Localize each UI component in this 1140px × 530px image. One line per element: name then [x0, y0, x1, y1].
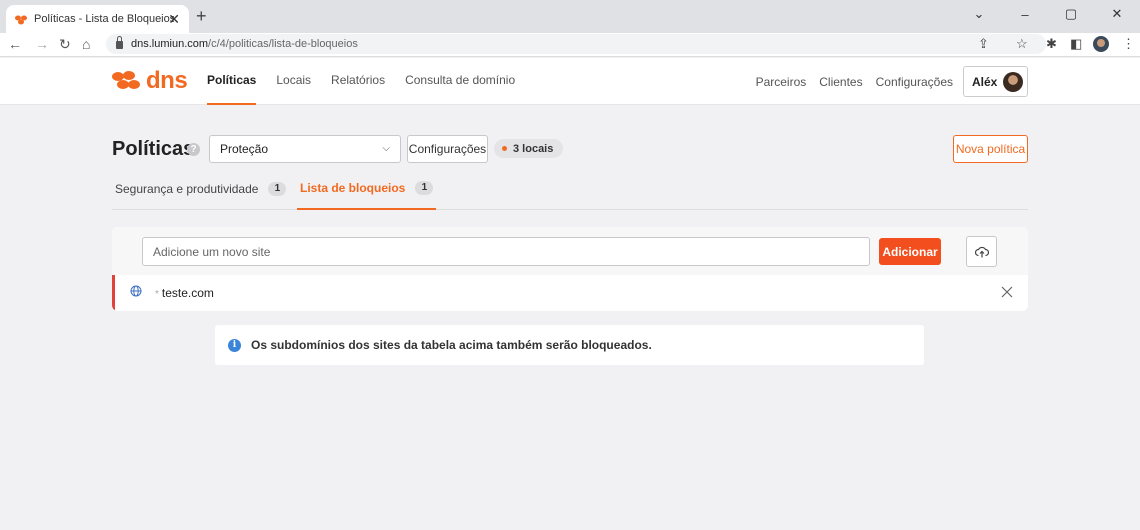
url-text: dns.lumiun.com/c/4/politicas/lista-de-bl… [131, 38, 358, 50]
locais-badge[interactable]: 3 locais [494, 139, 564, 158]
blocklist-panel: Adicionar *teste.com [112, 227, 1028, 311]
site-favicon-icon [14, 14, 28, 25]
list-item[interactable]: * teste.com [112, 275, 1028, 311]
add-site-button[interactable]: Adicionar [879, 238, 941, 265]
add-site-bar: Adicionar [112, 227, 1028, 275]
profile-icon[interactable] [1093, 36, 1109, 56]
dns-logo[interactable]: dns [112, 67, 188, 94]
app-header: dns Políticas Locais Relatórios Consulta… [0, 58, 1140, 105]
new-site-input[interactable] [142, 237, 870, 266]
policy-select-value: Proteção [220, 142, 269, 156]
nav-relatorios[interactable]: Relatórios [331, 58, 385, 105]
close-tab-icon[interactable]: ✕ [168, 11, 180, 27]
status-dot-icon [502, 146, 507, 151]
tab-count-badge: 1 [268, 182, 287, 196]
info-icon: i [228, 338, 241, 352]
reload-icon[interactable]: ↻ [59, 36, 71, 52]
tab-search-icon[interactable]: ⌄ [956, 0, 1002, 28]
browser-toolbar: ← → ↻ ⌂ dns.lumiun.com/c/4/politicas/lis… [0, 33, 1140, 57]
nav-configuracoes[interactable]: Configurações [876, 75, 953, 89]
browser-tab-bar: Políticas - Lista de Bloqueios - Lu ✕ + … [0, 0, 1140, 33]
nova-politica-button[interactable]: Nova política [953, 135, 1028, 163]
locais-badge-label: 3 locais [513, 142, 554, 155]
close-icon[interactable] [1000, 285, 1014, 299]
tab-label: Segurança e produtividade [115, 182, 259, 196]
tab-seguranca-produtividade[interactable]: Segurança e produtividade 1 [115, 172, 287, 210]
nav-consulta-dominio[interactable]: Consulta de domínio [405, 58, 515, 105]
home-icon[interactable]: ⌂ [82, 36, 90, 52]
logo-mark-icon [112, 71, 142, 91]
help-icon[interactable]: ? [187, 143, 200, 156]
nav-clientes[interactable]: Clientes [819, 75, 862, 89]
browser-menu-icon[interactable]: ⋮ [1122, 36, 1135, 52]
blocked-site-name: * teste.com [155, 286, 214, 300]
lock-icon [116, 36, 123, 49]
tab-count-badge: 1 [415, 181, 434, 195]
info-text: Os subdomínios dos sites da tabela acima… [251, 338, 652, 352]
policy-toolbar: Políticas ? Proteção ⌵ Configurações 3 l… [112, 135, 1028, 163]
extensions-icon[interactable]: ✱ [1046, 36, 1057, 52]
nav-locais[interactable]: Locais [276, 58, 311, 105]
close-window-icon[interactable]: ✕ [1094, 0, 1140, 28]
minimize-icon[interactable]: – [1002, 0, 1048, 28]
info-message: i Os subdomínios dos sites da tabela aci… [215, 325, 924, 365]
avatar [1003, 71, 1024, 92]
back-icon[interactable]: ← [8, 36, 22, 52]
secondary-nav: Parceiros Clientes Configurações [743, 58, 953, 105]
tab-label: Lista de bloqueios [300, 181, 406, 195]
policy-tabs: Segurança e produtividade 1 Lista de blo… [112, 172, 1028, 210]
tab-lista-bloqueios[interactable]: Lista de bloqueios 1 [297, 172, 437, 210]
page-title: Políticas [112, 138, 195, 160]
tab-title: Políticas - Lista de Bloqueios - Lu [34, 13, 174, 25]
address-bar[interactable]: dns.lumiun.com/c/4/politicas/lista-de-bl… [106, 34, 1046, 54]
configuracoes-button[interactable]: Configurações [407, 135, 488, 163]
user-name: Aléx [972, 74, 998, 89]
new-tab-icon[interactable]: + [196, 7, 207, 25]
user-menu-button[interactable]: Aléx [963, 66, 1028, 97]
logo-text: dns [146, 67, 188, 94]
browser-tab[interactable]: Políticas - Lista de Bloqueios - Lu ✕ [6, 5, 189, 33]
policy-select[interactable]: Proteção ⌵ [209, 135, 401, 163]
bookmark-star-icon[interactable]: ☆ [1016, 36, 1028, 52]
chevron-down-icon: ⌵ [382, 143, 390, 154]
main-nav: Políticas Locais Relatórios Consulta de … [207, 58, 535, 105]
globe-icon [130, 285, 142, 297]
side-panel-icon[interactable]: ◧ [1070, 36, 1082, 52]
nav-parceiros[interactable]: Parceiros [756, 75, 807, 89]
maximize-icon[interactable]: ▢ [1048, 0, 1094, 28]
share-icon[interactable]: ⇪ [978, 36, 989, 52]
upload-icon[interactable] [966, 236, 997, 267]
nav-politicas[interactable]: Políticas [207, 58, 257, 105]
forward-icon[interactable]: → [35, 36, 49, 52]
